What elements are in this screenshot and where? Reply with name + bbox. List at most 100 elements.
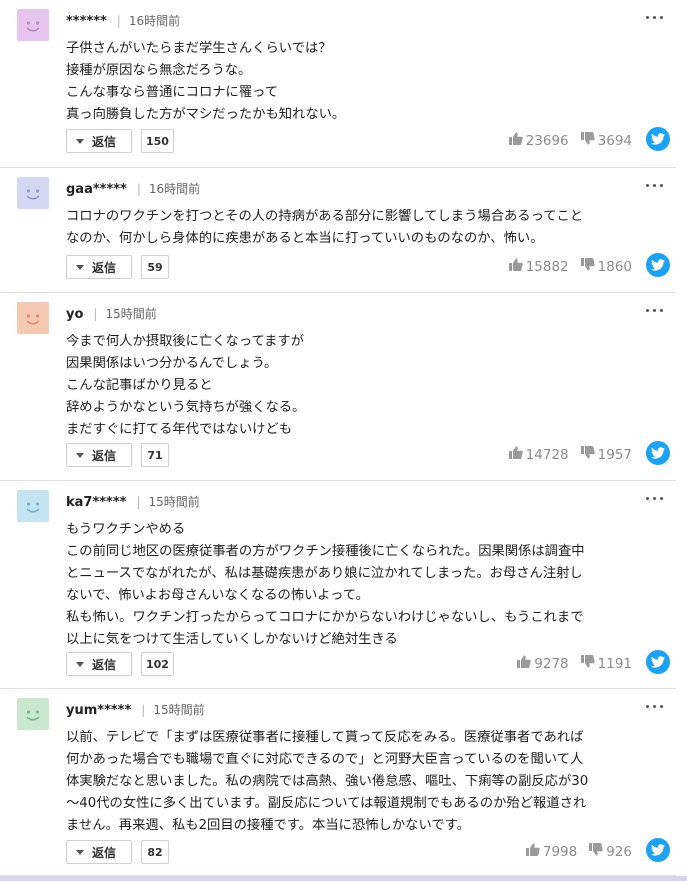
comment-text-line: コロナのワクチンを打つとその人の持病がある部分に影響してしまう場合あるってこと (66, 209, 584, 224)
chevron-down-icon (76, 849, 84, 855)
dislike-button[interactable]: 926 (589, 843, 632, 860)
comment-text-line: この前同じ地区の医療従事者の方がワクチン接種後に亡くなられた。因果関係は調査中 (66, 544, 585, 559)
like-button[interactable]: 7998 (525, 843, 578, 860)
user-name[interactable]: yum***** (66, 703, 131, 718)
more-icon[interactable] (640, 488, 670, 508)
thumbs-down-icon (580, 655, 598, 672)
reply-button[interactable]: 返信 (66, 652, 132, 676)
thumbs-down-icon (580, 258, 598, 275)
comment-text-line: 体実験だなと思いました。私の病院では高熱、強い倦怠感、嘔吐、下痢等の副反応が30 (66, 774, 589, 789)
like-button[interactable]: 14728 (508, 446, 569, 463)
dislike-count: 1957 (597, 446, 632, 463)
like-count: 14728 (525, 446, 569, 463)
dislike-count: 1860 (597, 258, 632, 275)
comment-actions: 返信 59 15882 1860 (66, 253, 670, 281)
avatar[interactable] (17, 9, 49, 41)
comment-text-line: 今まで何人か摂取後に亡くなってますが (66, 334, 305, 349)
more-icon[interactable] (640, 175, 670, 195)
like-count: 7998 (542, 843, 578, 860)
comment-text-line: こんな記事ばかり見ると (66, 378, 213, 393)
user-name[interactable]: ****** (66, 14, 107, 29)
reply-label: 返信 (92, 657, 117, 672)
comment-actions: 返信 71 14728 1957 (66, 441, 670, 469)
comment-text-line: 辞めようかなという気持ちが強くなる。 (66, 400, 306, 415)
comment-body: 今まで何人か摂取後に亡くなってますが 因果関係はいつ分かるんでしょう。 こんな記事ば… (66, 331, 662, 441)
comment-text-line: もうワクチンやめる (66, 522, 186, 537)
user-name[interactable]: gaa***** (66, 182, 127, 197)
twitter-share-button[interactable] (646, 127, 670, 151)
reply-button[interactable]: 返信 (66, 443, 132, 467)
bottom-bar (0, 876, 687, 881)
reply-button[interactable]: 返信 (66, 255, 132, 279)
thumbs-down-icon (580, 132, 598, 149)
dislike-button[interactable]: 1957 (580, 446, 632, 463)
like-button[interactable]: 9278 (517, 655, 569, 672)
twitter-icon (651, 259, 665, 271)
more-icon[interactable] (640, 696, 670, 716)
comment-text-line: まだすぐに打てる年代ではないけども (66, 422, 293, 437)
reply-count[interactable]: 71 (141, 443, 169, 467)
comment-actions: 返信 150 23696 3694 (66, 127, 670, 155)
dislike-button[interactable]: 3694 (580, 132, 632, 149)
reply-count[interactable]: 102 (141, 652, 174, 676)
user-name[interactable]: ka7***** (66, 495, 126, 510)
more-icon[interactable] (640, 7, 670, 27)
twitter-share-button[interactable] (646, 650, 670, 674)
comment-text-line: 何かあった場合でも職場で直ぐに対応できるので」と河野大臣言っているのを聞いて人 (66, 752, 584, 767)
twitter-share-button[interactable] (646, 838, 670, 862)
chevron-down-icon (76, 661, 84, 667)
twitter-icon (651, 656, 665, 668)
timestamp: 15時間前 (148, 495, 200, 509)
thumbs-up-icon (508, 446, 526, 463)
vote-group: 14728 1957 (497, 446, 632, 463)
more-icon[interactable] (640, 300, 670, 320)
comment-body: 子供さんがいたらまだ学生さんくらいでは？ 接種が原因なら無念だろうな。 こんな事なら… (66, 38, 662, 126)
like-button[interactable]: 15882 (508, 258, 569, 275)
comment-text-line: 接種が原因なら無念だろうな。 (66, 63, 252, 78)
reply-count[interactable]: 150 (141, 129, 174, 153)
dislike-button[interactable]: 1860 (580, 258, 632, 275)
comment-item: ka7***** | 15時間前 もうワクチンやめる この前同じ地区の医療従事者の方がワ… (0, 481, 676, 689)
thumbs-up-icon (508, 132, 526, 149)
reply-button[interactable]: 返信 (66, 840, 132, 864)
reply-count[interactable]: 59 (141, 255, 169, 279)
like-count: 9278 (534, 655, 569, 672)
twitter-icon (651, 447, 665, 459)
avatar[interactable] (17, 698, 49, 730)
thumbs-up-icon (508, 258, 526, 275)
chevron-down-icon (76, 138, 84, 144)
comment-text-line: ～40代の女性に多く出ています。副反応については報道規制でもあるのか殆ど報道され (66, 796, 587, 811)
timestamp: 15時間前 (105, 307, 157, 321)
comment-body: もうワクチンやめるこの前同じ地区の医療従事者の方がワクチン接種後に亡くなられた。… (66, 519, 662, 651)
comment-text-line: ません。再来週、私も2回目の接種です。本当に恐怖しかないです。 (66, 818, 470, 833)
dislike-button[interactable]: 1191 (580, 655, 632, 672)
like-count: 15882 (525, 258, 569, 275)
thumbs-up-icon (517, 655, 534, 672)
thumbs-down-icon (589, 843, 606, 860)
reply-button[interactable]: 返信 (66, 129, 132, 153)
comment-text-line: とニュースでながれたが、私は基礎疾患があり娘に泣かれてしまった。お母さん注射し (66, 566, 583, 581)
comment-text-line: ないで、怖いよお母さんいなくなるの怖いよって。 (66, 588, 369, 603)
separator: | (93, 307, 98, 321)
reply-label: 返信 (92, 260, 117, 275)
vote-group: 23696 3694 (497, 132, 632, 149)
comment-item: ****** | 16時間前子供さんがいたらまだ学生さんくらいでは？ 接種が原因なら無… (0, 0, 676, 168)
twitter-share-button[interactable] (646, 441, 670, 465)
comment-actions: 返信 82 7998 926 (66, 838, 670, 866)
vote-group: 15882 1860 (497, 258, 632, 275)
avatar[interactable] (17, 302, 49, 334)
timestamp: 16時間前 (128, 14, 181, 28)
comment-text-line: なのか、何かしら身体的に疾患があると本当に打っていいのものなのか、怖い。 (66, 231, 544, 246)
twitter-share-button[interactable] (646, 253, 670, 277)
avatar[interactable] (17, 177, 49, 209)
twitter-icon (651, 133, 665, 145)
reply-count[interactable]: 82 (141, 840, 169, 864)
twitter-icon (651, 844, 665, 856)
thumbs-up-icon (525, 843, 543, 860)
avatar[interactable] (17, 490, 49, 522)
user-name[interactable]: yo (66, 307, 83, 322)
like-button[interactable]: 23696 (508, 132, 569, 149)
vote-group: 9278 1191 (505, 655, 632, 672)
separator: | (116, 14, 121, 28)
comment-item: yum***** | 15時間前 以前、テレビで「まずは医療従事者に接種して貰って反応… (0, 689, 676, 876)
